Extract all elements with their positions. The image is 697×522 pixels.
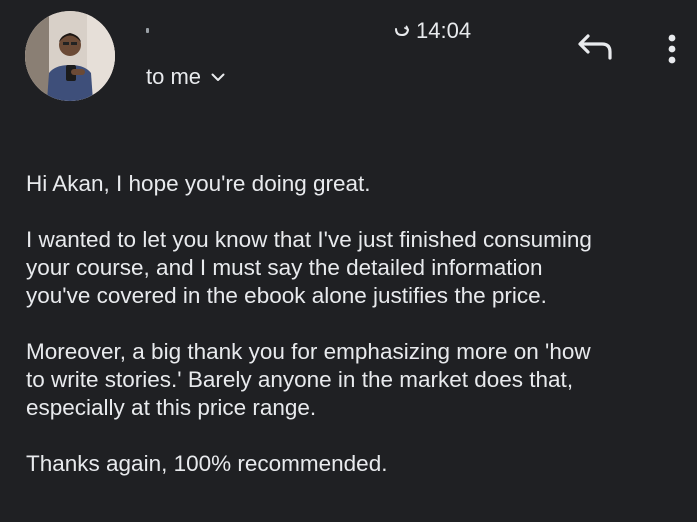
reply-icon <box>578 34 612 60</box>
recipient-details-toggle[interactable]: to me <box>146 64 225 90</box>
more-options-button[interactable] <box>660 30 684 66</box>
chevron-down-icon <box>211 73 225 82</box>
recipient-label: to me <box>146 64 202 89</box>
reply-button[interactable] <box>576 30 616 66</box>
message-closing: Thanks again, 100% recommended. <box>26 451 388 476</box>
email-header: 14:04 to me <box>0 0 697 120</box>
more-vert-icon <box>668 34 676 64</box>
avatar-photo <box>25 11 115 101</box>
message-greeting: Hi Akan, I hope you're doing great. <box>26 171 371 196</box>
message-body: Hi Akan, I hope you're doing great. I wa… <box>26 170 686 478</box>
sender-avatar[interactable] <box>25 11 115 101</box>
snooze-icon <box>394 25 410 37</box>
time-text: 14:04 <box>416 18 472 43</box>
message-time: 14:04 <box>394 18 472 43</box>
sender-name-placeholder <box>146 28 149 33</box>
message-paragraph-1: I wanted to let you know that I've just … <box>26 227 592 308</box>
message-paragraph-2: Moreover, a big thank you for emphasizin… <box>26 339 591 420</box>
